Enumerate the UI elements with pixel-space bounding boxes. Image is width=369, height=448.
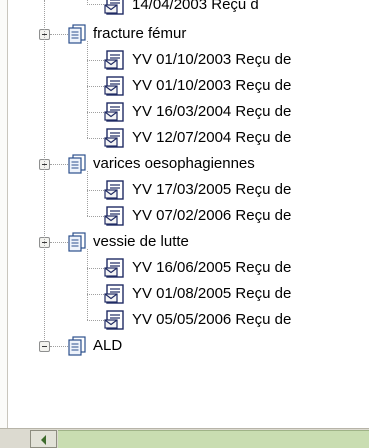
tree-item-label: YV 01/08/2005 Reçu de <box>132 285 292 302</box>
tree-connector-line <box>50 346 68 347</box>
tree-connector-line <box>87 41 88 138</box>
folder-document-icon <box>68 232 86 252</box>
tree-connector-line <box>87 190 104 191</box>
document-envelope-icon <box>104 0 124 15</box>
tree-item-row[interactable]: YV 01/10/2003 Reçu de <box>104 73 293 99</box>
tree-item-row[interactable]: YV 01/10/2003 Reçu de <box>104 47 293 73</box>
tree-item-label: YV 12/07/2004 Reçu de <box>132 129 292 146</box>
document-envelope-icon <box>104 76 124 96</box>
tree-connector-line <box>87 86 104 87</box>
tree-connector-line <box>50 242 68 243</box>
document-envelope-icon <box>104 284 124 304</box>
tree-connector-line <box>87 138 104 139</box>
tree-connector-line <box>87 249 88 320</box>
tree-group-label: vessie de lutte <box>93 233 189 250</box>
tree-connector-line <box>87 320 104 321</box>
tree-item-row[interactable]: YV 16/06/2005 Reçu de <box>104 255 293 281</box>
tree-item-row[interactable]: YV 05/05/2006 Reçu de <box>104 307 293 333</box>
tree-item-row[interactable]: YV 01/08/2005 Reçu de <box>104 281 293 307</box>
tree-view[interactable]: 14/04/2003 Reçu d fracture fémur YV 01/10/… <box>0 0 369 428</box>
scroll-track[interactable] <box>58 430 369 448</box>
document-envelope-icon <box>104 180 124 200</box>
tree-connector-line <box>87 268 104 269</box>
tree-connector-line <box>87 4 104 5</box>
tree-connector-line <box>44 0 45 342</box>
tree-left-edge <box>0 0 8 428</box>
tree-item-label: YV 05/05/2006 Reçu de <box>132 311 292 328</box>
tree-group-row[interactable]: varices oesophagiennes <box>68 151 257 177</box>
document-envelope-icon <box>104 206 124 226</box>
tree-item-row[interactable]: YV 12/07/2004 Reçu de <box>104 125 293 151</box>
scroll-left-arrow-icon <box>41 435 46 445</box>
tree-item-partial[interactable]: 14/04/2003 Reçu d <box>104 0 261 18</box>
tree-item-row[interactable]: YV 17/03/2005 Reçu de <box>104 177 293 203</box>
tree-connector-line <box>87 294 104 295</box>
tree-connector-line <box>50 164 68 165</box>
tree-item-label: 14/04/2003 Reçu d <box>132 0 259 13</box>
tree-group-label: ALD <box>93 337 123 354</box>
document-envelope-icon <box>104 310 124 330</box>
collapse-toggle[interactable] <box>39 341 50 352</box>
tree-group-label: fracture fémur <box>93 25 187 42</box>
document-envelope-icon <box>104 50 124 70</box>
tree-group-label: varices oesophagiennes <box>93 155 255 172</box>
folder-document-icon <box>68 24 86 44</box>
tree-group-row[interactable]: ALD <box>68 333 124 359</box>
tree-connector-line <box>87 171 88 216</box>
tree-item-label: YV 01/10/2003 Reçu de <box>132 77 292 94</box>
tree-item-label: YV 01/10/2003 Reçu de <box>132 51 292 68</box>
document-envelope-icon <box>104 258 124 278</box>
document-envelope-icon <box>104 102 124 122</box>
tree-connector-line <box>87 60 104 61</box>
tree-item-label: YV 17/03/2005 Reçu de <box>132 181 292 198</box>
tree-connector-line <box>87 112 104 113</box>
tree-item-row[interactable]: YV 16/03/2004 Reçu de <box>104 99 293 125</box>
document-envelope-icon <box>104 128 124 148</box>
tree-item-label: YV 07/02/2006 Reçu de <box>132 207 292 224</box>
scroll-left-button[interactable] <box>30 430 57 448</box>
folder-document-icon <box>68 154 86 174</box>
tree-item-row[interactable]: YV 07/02/2006 Reçu de <box>104 203 293 229</box>
tree-connector-line <box>87 216 104 217</box>
tree-item-label: YV 16/06/2005 Reçu de <box>132 259 292 276</box>
tree-connector-line <box>50 34 68 35</box>
tree-item-label: YV 16/03/2004 Reçu de <box>132 103 292 120</box>
folder-document-icon <box>68 336 86 356</box>
